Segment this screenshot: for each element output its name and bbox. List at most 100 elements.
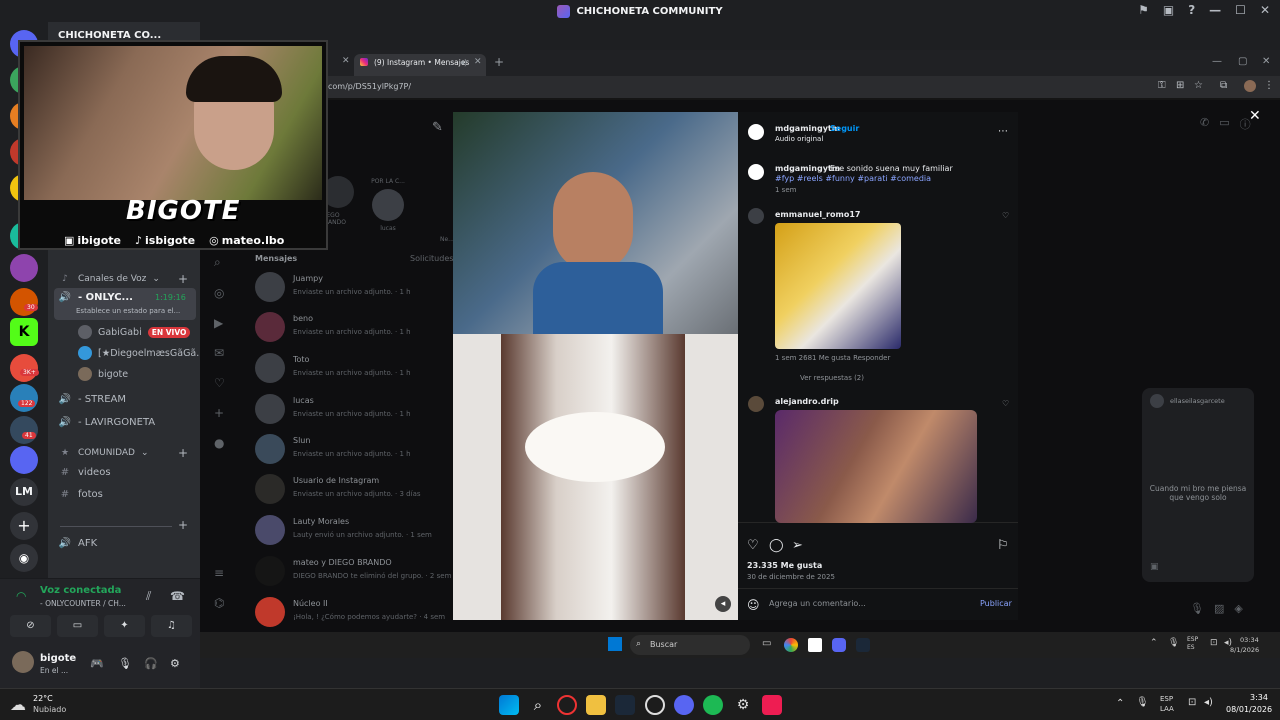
heart-icon[interactable]: ♡ bbox=[1002, 211, 1009, 220]
more-menu-icon[interactable]: ≡ bbox=[214, 566, 224, 580]
steam-icon[interactable] bbox=[856, 638, 870, 652]
extensions-icon[interactable]: ⧉ bbox=[1220, 80, 1227, 91]
publish-button[interactable]: Publicar bbox=[980, 599, 1012, 608]
tab-title[interactable]: (9) Instagram • Mensajes bbox=[374, 58, 469, 67]
close-tab-icon[interactable]: ✕ bbox=[342, 56, 350, 66]
profile-avatar[interactable] bbox=[1244, 80, 1256, 92]
thread-item[interactable]: Núcleo II ¡Hola, ! ¿Cómo podemos ayudarte… bbox=[255, 595, 445, 629]
inbox-icon[interactable]: ⚑ bbox=[1138, 3, 1149, 17]
requests-link[interactable]: Solicitudes bbox=[410, 254, 453, 263]
voice-channel-afk[interactable]: 🔊 AFK bbox=[58, 538, 97, 549]
share-icon[interactable]: ➢ bbox=[792, 538, 803, 553]
network-icon[interactable]: ⊡ bbox=[1188, 697, 1196, 708]
voice-category[interactable]: ♪ Canales de Voz ⌄ bbox=[58, 274, 160, 284]
heart-icon[interactable]: ♡ bbox=[1002, 399, 1009, 408]
comment-user[interactable]: alejandro.drip bbox=[775, 397, 839, 406]
chatgpt-icon[interactable] bbox=[645, 695, 665, 715]
media-icon[interactable]: ▣ bbox=[1150, 562, 1159, 572]
server-icon[interactable] bbox=[10, 288, 38, 316]
audio-label[interactable]: Audio original bbox=[775, 135, 823, 143]
thread-item[interactable]: Usuario de Instagram Enviaste un archivo … bbox=[255, 472, 445, 506]
notepad-icon[interactable] bbox=[808, 638, 822, 652]
task-view-icon[interactable]: ▭ bbox=[762, 638, 771, 649]
close-button[interactable]: ✕ bbox=[1262, 56, 1270, 67]
phone-icon[interactable]: ✆ bbox=[1200, 116, 1209, 132]
thread-item[interactable]: mateo y DIEGO BRANDO DIEGO BRANDO te elim… bbox=[255, 554, 451, 588]
gear-icon[interactable]: ⚙ bbox=[733, 695, 753, 715]
close-modal-icon[interactable]: ✕ bbox=[1249, 108, 1261, 124]
likes-count[interactable]: 23.335 Me gusta bbox=[747, 561, 822, 570]
mute-tab-icon[interactable]: ◂) bbox=[460, 58, 467, 67]
apps-icon[interactable]: ⌬ bbox=[214, 596, 224, 610]
text-channel-fotos[interactable]: # fotos bbox=[58, 489, 103, 500]
voice-channel-onlycounter[interactable]: 🔊 - ONLYC... bbox=[58, 292, 133, 303]
comment-user[interactable]: emmanuel_romo17 bbox=[775, 210, 860, 219]
add-channel-icon[interactable]: + bbox=[178, 518, 188, 532]
caption-hashtags[interactable]: #fyp #reels #funny #parati #comedia bbox=[775, 174, 931, 183]
thread-item[interactable]: Slun Enviaste un archivo adjunto. · 1 h bbox=[255, 432, 445, 466]
save-icon[interactable]: ⚐ bbox=[997, 538, 1009, 553]
close-tab-icon[interactable]: ✕ bbox=[474, 57, 482, 67]
avatar[interactable] bbox=[748, 164, 764, 180]
inner-lang[interactable]: ESP ES bbox=[1187, 636, 1207, 652]
server-icon[interactable] bbox=[10, 254, 38, 282]
thread-item[interactable]: lucas Enviaste un archivo adjunto. · 1 h bbox=[255, 392, 445, 426]
create-icon[interactable]: + bbox=[214, 406, 225, 420]
messenger-icon[interactable]: ✉ bbox=[214, 346, 225, 360]
text-channel-videos[interactable]: # videos bbox=[58, 467, 111, 478]
voice-connected-title[interactable]: Voz conectada bbox=[40, 585, 121, 596]
server-icon[interactable] bbox=[10, 416, 38, 444]
like-icon[interactable]: ♡ bbox=[747, 538, 759, 553]
voice-status[interactable]: Establece un estado para el... bbox=[76, 307, 180, 315]
voice-user[interactable]: GabiGabi EN VIVO bbox=[78, 325, 191, 339]
volume-icon[interactable]: ◂) bbox=[1204, 697, 1213, 708]
tray-chevron-icon[interactable]: ⌃ bbox=[1116, 698, 1124, 709]
user-name[interactable]: bigote bbox=[40, 653, 76, 664]
disconnect-icon[interactable]: ☎ bbox=[170, 589, 185, 603]
screen-share-icon[interactable]: ▭ bbox=[57, 615, 98, 637]
kick-server-icon[interactable]: K bbox=[10, 318, 38, 346]
comment-input[interactable]: Agrega un comentario... bbox=[769, 599, 866, 608]
voice-connected-detail[interactable]: - ONLYCOUNTER / CH... bbox=[40, 599, 126, 608]
minimize-button[interactable]: — bbox=[1212, 56, 1222, 67]
steam-icon[interactable] bbox=[615, 695, 635, 715]
file-explorer-icon[interactable] bbox=[586, 695, 606, 715]
discord-icon[interactable] bbox=[832, 638, 846, 652]
profile-icon[interactable]: ● bbox=[214, 436, 225, 450]
add-channel-icon[interactable]: + bbox=[178, 446, 188, 460]
language-indicator[interactable]: ESP LAA bbox=[1160, 694, 1182, 714]
voice-user[interactable]: bigote bbox=[78, 367, 128, 381]
microphone-icon[interactable]: 🎙 bbox=[118, 657, 132, 670]
comment-gif[interactable] bbox=[775, 223, 901, 349]
follow-button[interactable]: Seguir bbox=[830, 124, 859, 133]
image-icon[interactable]: ▨ bbox=[1214, 602, 1224, 615]
comment-gif[interactable] bbox=[775, 410, 977, 523]
camera-off-icon[interactable]: ⊘ bbox=[10, 615, 51, 637]
side-reel[interactable]: ellaseilasgarcete Cuando mi bro me piens… bbox=[1142, 388, 1254, 582]
add-server-icon[interactable]: + bbox=[10, 512, 38, 540]
weather-desc[interactable]: Nubiado bbox=[33, 705, 66, 714]
menu-icon[interactable]: ⋮ bbox=[1264, 80, 1274, 91]
community-category[interactable]: ★ COMUNIDAD ⌄ bbox=[58, 448, 149, 458]
thread-item[interactable]: Juampy Enviaste un archivo adjunto. · 1 h bbox=[255, 270, 445, 304]
server-icon[interactable] bbox=[10, 354, 38, 382]
reels-icon[interactable]: ▶ bbox=[214, 316, 225, 330]
microphone-icon[interactable]: 🎙 bbox=[1168, 638, 1179, 648]
url-text[interactable]: com/p/DS51ylPkg7P/ bbox=[328, 82, 411, 91]
comment-icon[interactable]: ◯ bbox=[769, 538, 784, 553]
server-lm[interactable]: LM bbox=[10, 478, 38, 506]
spotify-icon[interactable] bbox=[703, 695, 723, 715]
headphones-icon[interactable]: 🎧 bbox=[144, 657, 158, 670]
thread-item[interactable]: Lauty Morales Lauty envió un archivo adju… bbox=[255, 513, 445, 547]
reel-video[interactable]: ◂ bbox=[453, 112, 738, 620]
side-user[interactable]: ellaseilasgarcete bbox=[1170, 397, 1225, 405]
maximize-button[interactable]: ▢ bbox=[1238, 56, 1247, 67]
add-channel-icon[interactable]: + bbox=[178, 272, 188, 286]
avatar[interactable] bbox=[748, 396, 764, 412]
minimize-button[interactable]: — bbox=[1209, 3, 1221, 17]
microphone-icon[interactable]: 🎙 bbox=[1190, 602, 1204, 615]
heart-icon[interactable]: ♡ bbox=[214, 376, 225, 390]
thread-item[interactable]: beno Enviaste un archivo adjunto. · 1 h bbox=[255, 310, 445, 344]
explore-icon[interactable]: ◉ bbox=[10, 544, 38, 572]
search-box[interactable] bbox=[630, 635, 750, 655]
